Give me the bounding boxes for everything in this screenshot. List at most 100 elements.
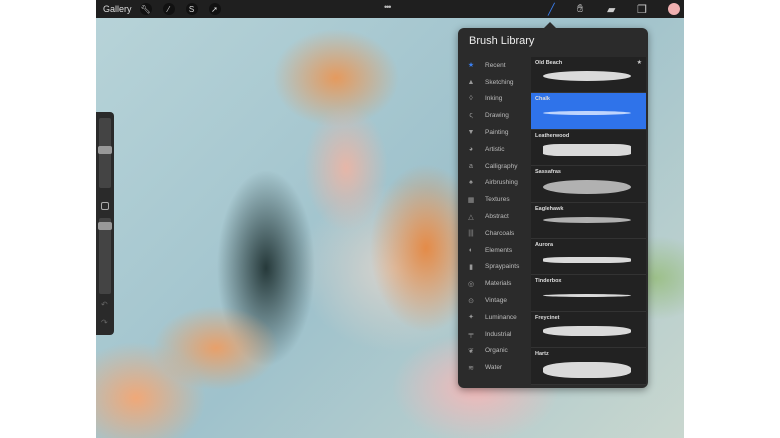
brush-name: Chalk [535,96,550,103]
brush-stroke-preview [543,325,631,336]
brush-name: Eaglehawk [535,205,564,212]
smudge-icon[interactable]: ✋︎ [577,3,583,16]
category-label: Inking [485,95,503,103]
category-charcoals[interactable]: ||| Charcoals [458,225,531,242]
brush-name: Hartz [535,351,549,358]
category-label: Sketching [485,78,514,86]
category-vintage[interactable]: ⊙ Vintage [458,292,531,309]
brush-aurora[interactable]: Aurora [531,239,646,276]
brush-name: Tinderbox [535,278,562,285]
brush-freycinet[interactable]: Freycinet [531,312,646,349]
category-airbrushing[interactable]: ♠ Airbrushing [458,175,531,192]
brush-old-beach[interactable]: Old Beach ★ [531,57,646,94]
brush-hartz[interactable]: Hartz [531,348,646,385]
brush-stroke-preview [543,111,631,116]
opacity-slider[interactable] [98,218,112,294]
category-icon: ♠ [469,179,473,187]
category-label: Calligraphy [485,162,518,170]
category-icon: ▦ [467,196,475,204]
layers-icon[interactable]: ❐ [637,3,647,16]
brush-name: Sassafras [535,169,561,176]
category-artistic[interactable]: ◕ Artistic [458,141,531,158]
category-label: Industrial [485,330,512,338]
category-label: Drawing [485,112,509,120]
category-icon: ||| [468,229,474,237]
category-icon: ς [469,112,473,120]
category-label: Vintage [485,297,507,305]
category-elements[interactable]: ◐ Elements [458,242,531,259]
category-label: Painting [485,129,509,137]
category-abstract[interactable]: △ Abstract [458,208,531,225]
category-textures[interactable]: ▦ Textures [458,191,531,208]
modify-button[interactable] [101,202,109,210]
brush-name: Leatherwood [535,132,570,139]
category-recent[interactable]: ★ Recent [458,57,531,74]
category-label: Water [485,364,503,372]
selection-icon[interactable]: S [185,3,198,15]
category-icon: ◊ [469,95,473,103]
category-icon: ▲ [467,78,475,86]
brush-size-slider[interactable] [98,118,112,188]
category-water[interactable]: ≋ Water [458,359,531,376]
category-icon: ❦ [468,347,474,355]
brush-name: Old Beach [535,60,563,66]
category-drawing[interactable]: ς Drawing [458,107,531,124]
category-luminance[interactable]: ✦ Luminance [458,309,531,326]
brush-stroke-preview [543,362,631,379]
category-label: Airbrushing [485,179,518,187]
category-label: Organic [485,347,508,355]
category-spraypaints[interactable]: ▮ Spraypaints [458,259,531,276]
undo-icon[interactable]: ↶ [101,300,108,309]
brush-stroke-preview [543,71,631,81]
brush-name: Aurora [535,241,554,248]
category-industrial[interactable]: ╤ Industrial [458,326,531,343]
brush-stroke-preview [543,294,631,298]
category-icon: a [469,162,473,170]
category-icon: ╤ [468,330,474,338]
category-label: Elements [485,246,513,254]
side-toolbar: ↶ ↷ [96,112,114,335]
color-swatch[interactable] [668,3,680,15]
brush-tinderbox[interactable]: Tinderbox [531,275,646,312]
category-icon: ⊙ [468,297,474,305]
brush-name: Freycinet [535,314,560,321]
wrench-icon[interactable]: 🔧︎ [139,3,152,15]
brush-chalk[interactable]: Chalk [531,93,646,130]
brush-leatherwood[interactable]: Leatherwood [531,130,646,167]
procreate-screen: Gallery 🔧︎ ⁄ S ➚ ••• ╱ ✋︎ ▰ ❐ ↶ ↷ Brush … [96,0,684,438]
more-icon[interactable]: ••• [384,2,392,12]
brush-stroke-preview [543,180,631,195]
magic-wand-icon[interactable]: ⁄ [162,3,175,15]
category-label: Recent [485,61,506,69]
category-icon: ◐ [468,246,474,254]
category-organic[interactable]: ❦ Organic [458,343,531,360]
brush-icon[interactable]: ╱ [548,3,555,16]
brush-list: Old Beach ★ Chalk Leatherwood Sassafras Eagle… [531,57,646,385]
category-painting[interactable]: ▼ Painting [458,124,531,141]
category-label: Charcoals [485,229,515,237]
category-sketching[interactable]: ▲ Sketching [458,74,531,91]
brush-library-panel: Brush Library ★ Recent ▲ Sketching ◊ Inking ς D… [458,22,648,388]
category-label: Luminance [485,313,517,321]
brush-sassafras[interactable]: Sassafras [531,166,646,203]
star-icon: ★ [636,60,642,66]
category-label: Spraypaints [485,263,520,271]
category-materials[interactable]: ◎ Materials [458,275,531,292]
category-label: Textures [485,196,510,204]
category-label: Materials [485,280,512,288]
panel-title: Brush Library [469,35,535,47]
category-calligraphy[interactable]: a Calligraphy [458,158,531,175]
category-icon: ✦ [468,314,474,322]
eraser-icon[interactable]: ▰ [607,3,615,16]
redo-icon[interactable]: ↷ [101,318,108,327]
category-inking[interactable]: ◊ Inking [458,91,531,108]
transform-arrow-icon[interactable]: ➚ [208,3,221,15]
category-icon: ◎ [467,280,475,288]
brush-categories: ★ Recent ▲ Sketching ◊ Inking ς Drawing ▼ Paintin… [458,57,531,376]
category-icon: ◕ [468,145,474,153]
category-icon: △ [468,213,474,221]
brush-eaglehawk[interactable]: Eaglehawk [531,203,646,239]
brush-stroke-preview [543,256,631,263]
top-toolbar: Gallery 🔧︎ ⁄ S ➚ ••• ╱ ✋︎ ▰ ❐ [96,0,684,18]
gallery-button[interactable]: Gallery [103,4,132,14]
